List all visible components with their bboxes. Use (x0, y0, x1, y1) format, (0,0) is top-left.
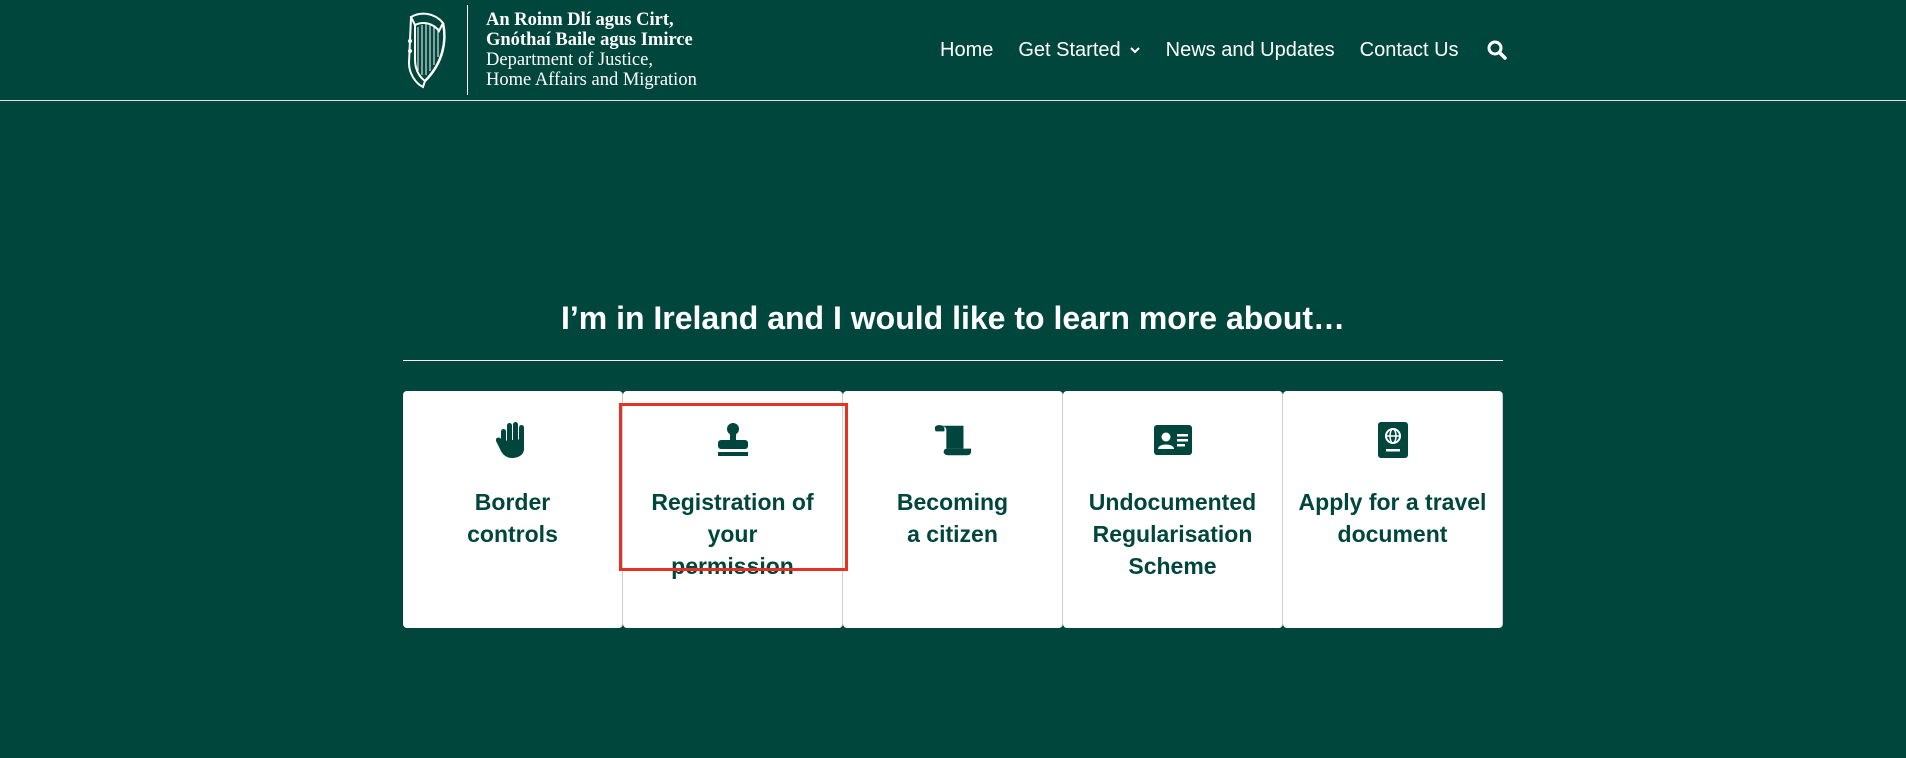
chevron-down-icon (1129, 47, 1140, 54)
site-header: An Roinn Dlí agus Cirt, Gnóthaí Baile ag… (0, 0, 1906, 101)
stamp-icon (713, 420, 753, 460)
search-icon[interactable] (1486, 39, 1508, 61)
main-nav: Home Get Started News and Updates Contac… (940, 0, 1508, 100)
nav-home[interactable]: Home (940, 39, 993, 62)
department-logo[interactable]: An Roinn Dlí agus Cirt, Gnóthaí Baile ag… (403, 4, 697, 96)
card-label: Becoming a citizen (896, 489, 1009, 547)
card-undocumented-regularisation-scheme[interactable]: Undocumented Regularisation Scheme (1063, 391, 1282, 628)
logo-line-irish-2: Gnóthaí Baile agus Imirce (486, 30, 693, 50)
nav-contact-label: Contact Us (1359, 38, 1459, 61)
department-name: An Roinn Dlí agus Cirt, Gnóthaí Baile ag… (486, 10, 697, 90)
card-apply-for-travel-document[interactable]: Apply for a travel document (1283, 391, 1502, 628)
hand-icon (493, 420, 533, 460)
passport-icon (1373, 420, 1413, 460)
card-border-controls[interactable]: Border controls (403, 391, 622, 628)
logo-divider (467, 5, 468, 95)
topic-cards: Border controls Registration of your per… (403, 391, 1503, 628)
heading-divider (403, 360, 1503, 361)
logo-line-english-1: Department of Justice, (486, 50, 653, 70)
nav-home-label: Home (940, 38, 994, 61)
harp-icon (407, 12, 446, 89)
logo-line-english-2: Home Affairs and Migration (486, 70, 697, 90)
nav-contact-us[interactable]: Contact Us (1360, 39, 1459, 62)
card-label: Border controls (467, 489, 558, 547)
logo-line-irish-1: An Roinn Dlí agus Cirt, (486, 10, 674, 30)
nav-get-started-label: Get Started (1018, 38, 1121, 61)
card-becoming-a-citizen[interactable]: Becoming a citizen (843, 391, 1062, 628)
card-label: Registration of your permission (651, 489, 814, 579)
nav-get-started[interactable]: Get Started (1018, 39, 1140, 62)
card-label: Apply for a travel document (1298, 489, 1487, 547)
section-heading: I’m in Ireland and I would like to learn… (560, 300, 1346, 336)
scroll-icon (933, 420, 973, 460)
id-card-icon (1153, 420, 1193, 460)
nav-news-and-updates[interactable]: News and Updates (1166, 39, 1335, 62)
nav-news-label: News and Updates (1165, 38, 1335, 61)
card-label: Undocumented Regularisation Scheme (1088, 489, 1257, 579)
card-registration-of-permission[interactable]: Registration of your permission (623, 391, 842, 628)
